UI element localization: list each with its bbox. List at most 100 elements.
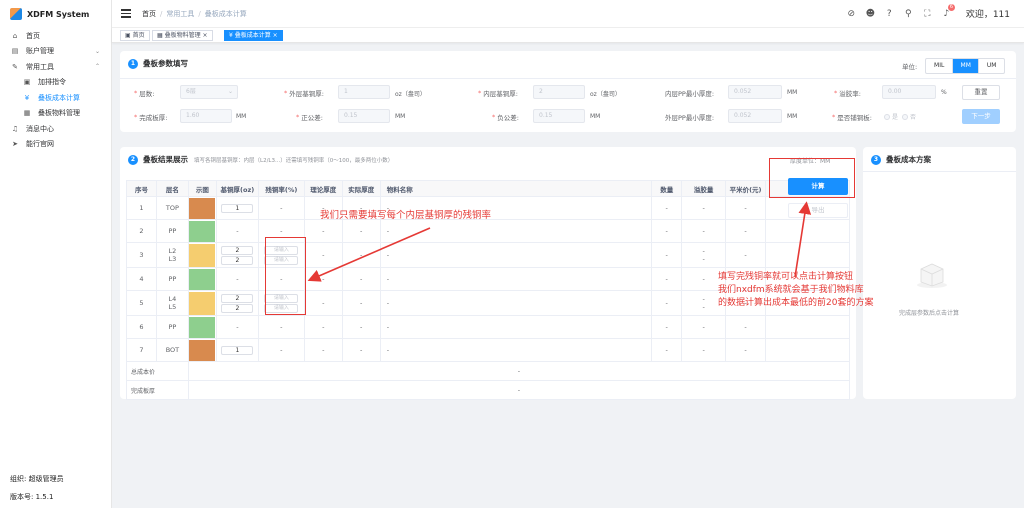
base-cu-value: - [236,275,239,283]
overflow-amount: - [681,196,727,220]
base-cu-input[interactable]: 2 [221,303,254,313]
layer-swatch [189,268,216,290]
sidebar-item-messages[interactable]: ♫ 消息中心 [0,121,112,137]
sidebar-item-tools[interactable]: ✎ 常用工具 ⌃ [0,59,112,75]
row-no: 5 [126,290,157,316]
notification-icon[interactable]: ♪ 6 [941,4,955,19]
breadcrumb-tools: 常用工具 [166,10,195,18]
sidebar-menu: ⌂ 首页 ▤ 账户管理 ⌄ ✎ 常用工具 ⌃ ▣ 加排指令 ¥ 叠板成本计算 ▦ 叠板物料管理 … [0,28,112,152]
export-button[interactable]: 导出 [788,203,848,218]
action-cell [765,242,850,268]
actual-thick: - [341,338,381,362]
welcome-text[interactable]: 欢迎，111 [966,7,1010,20]
blind-yes-radio[interactable]: 是 [884,112,898,121]
neg-tol-unit: MM [590,113,601,120]
sidebar-item-cost-calc[interactable]: ¥ 叠板成本计算 [0,90,112,106]
layer-swatch [189,197,216,219]
layer-name-cell: PP [155,267,189,291]
layer-swatch-cell [187,219,217,243]
finish-input[interactable]: 1.60 [180,109,232,123]
send-icon: ➤ [12,140,18,149]
close-icon[interactable]: × [273,32,278,39]
inner-cu-input[interactable]: 2 [533,85,585,99]
fullscreen-icon[interactable]: ⛶ [922,8,933,19]
base-cu-input[interactable]: 1 [221,345,254,355]
notification-badge: 6 [947,4,955,11]
action-cell [765,315,850,339]
layer-swatch-cell [187,196,217,220]
chevron-down-icon: ⌄ [94,47,100,55]
layer-swatch-cell [187,315,217,339]
residual-rate-value: - [280,346,283,354]
sidebar-item-material[interactable]: ▦ 叠板物料管理 [0,106,112,122]
theory-thick: - [303,267,343,291]
quantity: - [651,315,683,339]
annotation-2: 填写完残铜率就可以点击计算按钮 我们nxdfm系统就会基于我们物料库 的数据计算… [718,272,874,308]
base-cu-input[interactable]: 2 [221,255,254,265]
layers-select[interactable]: 6层 ⌄ [180,85,238,99]
actual-thick: - [341,219,381,243]
unit-mil[interactable]: MIL [926,59,952,73]
sidebar-item-account[interactable]: ▤ 账户管理 ⌄ [0,44,112,60]
layer-swatch [189,339,216,361]
col-header: 示图 [187,180,217,197]
tag-cost-calc[interactable]: ¥ 叠板成本计算 × [224,30,283,41]
app-logo[interactable]: XDFM System [10,7,89,21]
sidebar-item-website[interactable]: ➤ 能行官网 [0,137,112,153]
theory-thick: - [303,242,343,268]
menu-toggle-icon[interactable] [121,9,131,18]
action-cell [765,219,850,243]
next-button[interactable]: 下一步 [962,109,1000,124]
home-icon: ⌂ [12,31,18,40]
residual-rate-value: - [280,323,283,331]
quantity: - [651,242,683,268]
sidebar-item-home[interactable]: ⌂ 首页 [0,28,112,44]
base-cu-input[interactable]: 2 [221,293,254,303]
row-no: 3 [126,242,157,268]
unit-price: - [725,315,767,339]
base-cu-input[interactable]: 2 [221,245,254,255]
tag-home[interactable]: ▣ 首页 [120,30,150,41]
quantity: - [651,338,683,362]
total-cost-row: 总成本价 - [126,361,851,381]
row-no: 4 [126,267,157,291]
pos-tol-input[interactable]: 0.15 [338,109,390,123]
tag-material[interactable]: ▦ 叠板物料管理 × [152,30,213,41]
theory-thick: - [303,219,343,243]
base-cu-cell: - [215,315,259,339]
close-icon[interactable]: × [203,32,208,39]
overflow-unit: % [941,89,947,96]
rate-highlight-box [265,237,306,315]
help-icon[interactable]: ? [884,8,895,19]
table-row: 3 L2 L3 2 2 请输入 请输入 - - - - - - - [126,242,850,268]
base-cu-input[interactable]: 1 [221,203,254,213]
outer-pp-input[interactable]: 0.052 [728,109,782,123]
layer-swatch-cell [187,338,217,362]
neg-tol-input[interactable]: 0.15 [533,109,585,123]
base-cu-value: - [236,227,239,235]
outer-cu-input[interactable]: 1 [338,85,390,99]
compass-icon[interactable]: ⊘ [846,8,857,19]
table-row: 7 BOT 1- - - - - - - [126,338,850,362]
residual-rate-value: - [280,204,283,212]
sidebar-item-add-order[interactable]: ▣ 加排指令 [0,75,112,91]
material-name: - [379,315,653,339]
layer-swatch [189,291,216,315]
unit-mm[interactable]: MM [952,59,979,73]
blind-no-radio[interactable]: 否 [902,112,916,121]
overflow-input[interactable]: 0.00 [882,85,936,99]
tags-view: ▣ 首页 ▦ 叠板物料管理 × ¥ 叠板成本计算 × [112,28,1024,43]
unit-price: - [725,242,767,268]
base-cu-cell: - [215,267,259,291]
unit-um[interactable]: UM [978,59,1004,73]
step-1-badge: 1 [128,58,138,69]
breadcrumb-home[interactable]: 首页 [142,10,156,18]
sidebar: XDFM System ⌂ 首页 ▤ 账户管理 ⌄ ✎ 常用工具 ⌃ ▣ 加排指令 ¥ 叠板成… [0,0,112,508]
robot-icon[interactable]: ☻ [865,8,876,19]
reset-button[interactable]: 重置 [962,85,1000,100]
params-card: 1 叠板参数填写 单位: MIL MM UM * 层数: 6层 ⌄ * 外层基铜厚: 1… [120,51,1016,132]
search-icon[interactable]: ⚲ [903,8,914,19]
layer-swatch [189,220,216,242]
inner-pp-input[interactable]: 0.052 [728,85,782,99]
row-no: 6 [126,315,157,339]
